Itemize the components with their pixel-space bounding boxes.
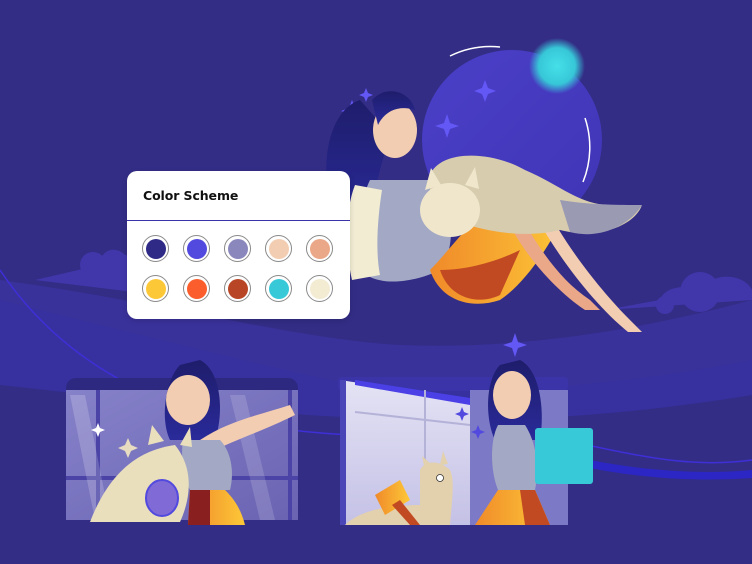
swatch-color <box>268 278 289 299</box>
swatch-color <box>186 278 207 299</box>
swatch-peach[interactable] <box>265 235 292 262</box>
swatch-turquoise[interactable] <box>265 275 292 302</box>
swatch-deep-indigo[interactable] <box>142 235 169 262</box>
swatch-rust[interactable] <box>224 275 251 302</box>
swatch-sunflower[interactable] <box>142 275 169 302</box>
color-scheme-card: Color Scheme <box>127 171 350 319</box>
swatch-color <box>145 278 166 299</box>
glowing-orb <box>529 38 585 94</box>
swatch-color <box>145 238 166 259</box>
swatch-grid <box>142 235 347 302</box>
illustration-scene <box>0 0 752 564</box>
swatch-color <box>227 278 248 299</box>
swatch-cream[interactable] <box>306 275 333 302</box>
background-art <box>0 38 752 564</box>
swatch-color <box>227 238 248 259</box>
swatch-tangerine[interactable] <box>183 275 210 302</box>
card-divider <box>127 220 350 221</box>
swatch-color <box>309 238 330 259</box>
swatch-royal-blue[interactable] <box>183 235 210 262</box>
scene-window-right <box>338 360 593 525</box>
card-title: Color Scheme <box>143 188 239 203</box>
swatch-color <box>186 238 207 259</box>
swatch-lavender-grey[interactable] <box>224 235 251 262</box>
scene-window-left <box>66 360 298 525</box>
swatch-color <box>268 238 289 259</box>
swatch-apricot[interactable] <box>306 235 333 262</box>
swatch-color <box>309 278 330 299</box>
